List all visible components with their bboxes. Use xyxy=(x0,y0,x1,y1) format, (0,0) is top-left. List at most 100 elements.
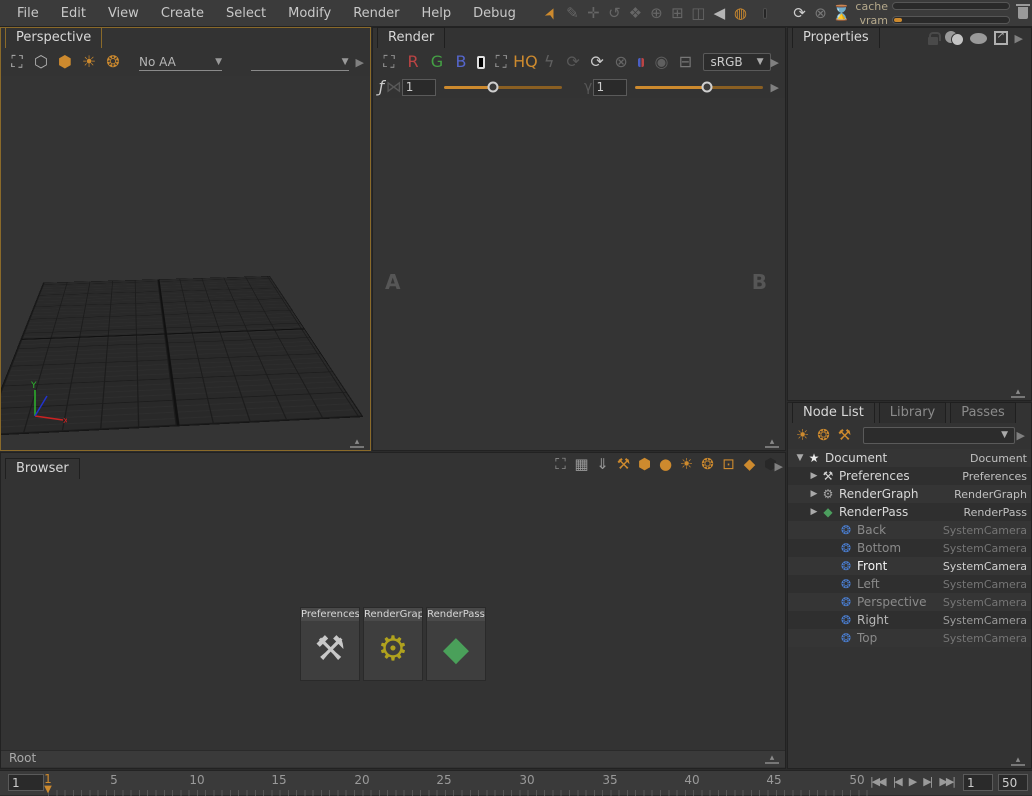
resize-grip[interactable]: ▴ xyxy=(1011,758,1025,766)
viewport-tool-icon[interactable]: ⛶ xyxy=(5,54,29,70)
oval-icon[interactable] xyxy=(970,33,987,44)
viewport-tool-icon[interactable]: ⬢ xyxy=(53,54,77,70)
viewport-tool-icon[interactable]: ❂ xyxy=(101,54,125,70)
resize-grip[interactable]: ▴ xyxy=(765,440,779,448)
frame-marker[interactable]: 1 ▼ xyxy=(44,772,52,794)
frame-ruler[interactable]: 1 ▼ 5101520253035404550 xyxy=(44,771,874,796)
colorspace-dropdown[interactable]: sRGB▼ xyxy=(703,53,770,71)
filter-icon[interactable]: ☀ xyxy=(792,428,813,443)
tab-render[interactable]: Render xyxy=(377,27,445,48)
node-filter-dropdown[interactable]: ▼ xyxy=(863,427,1015,444)
tool-icon[interactable]: ◍ xyxy=(730,6,751,21)
browser-tool-icon[interactable]: ⛶ xyxy=(550,457,571,472)
transport-button[interactable]: ▶▶| xyxy=(936,775,957,788)
browser-item[interactable]: Preferences ⚒ xyxy=(300,607,360,681)
menu-item[interactable]: Edit xyxy=(50,2,97,25)
menu-item[interactable]: Help xyxy=(410,2,462,25)
browser-item[interactable]: RenderGraph ⚙ xyxy=(363,607,423,681)
expander-icon[interactable]: ▶ xyxy=(808,489,820,499)
exposure-input[interactable] xyxy=(402,79,436,96)
tool-icon[interactable]: ⊗ xyxy=(810,6,831,21)
node-row[interactable]: ❂ Top SystemCamera xyxy=(788,629,1031,647)
browser-tool-icon[interactable]: ❂ xyxy=(697,457,718,472)
browser-tool-icon[interactable]: ⊡ xyxy=(718,457,739,472)
menu-item[interactable]: Create xyxy=(150,2,215,25)
render-tool-icon[interactable]: ϟ xyxy=(537,54,561,70)
render-tool-icon[interactable]: ◉ xyxy=(649,54,673,70)
node-row[interactable]: ▶ ◆ RenderPass RenderPass xyxy=(788,503,1031,521)
node-row[interactable]: ❂ Back SystemCamera xyxy=(788,521,1031,539)
gamma-slider[interactable] xyxy=(635,86,763,89)
render-tool-icon[interactable]: ⛶ xyxy=(489,54,513,70)
node-row[interactable]: ▶ ⚒ Preferences Preferences xyxy=(788,467,1031,485)
node-row[interactable]: ❂ Front SystemCamera xyxy=(788,557,1031,575)
menu-item[interactable]: File xyxy=(6,2,50,25)
panel-menu-arrow[interactable]: ▶ xyxy=(1015,32,1025,45)
expander-icon[interactable]: ▶ xyxy=(808,471,820,481)
filter-icon[interactable]: ❂ xyxy=(813,428,834,443)
tool-icon[interactable]: ◫ xyxy=(688,6,709,21)
clamp-icon[interactable]: ⋈ xyxy=(386,79,402,95)
panel-menu-arrow[interactable]: ▶ xyxy=(775,460,785,473)
browser-tool-icon[interactable]: ☀ xyxy=(676,457,697,472)
pop-out-icon[interactable] xyxy=(994,31,1008,45)
browser-tool-icon[interactable]: ⚒ xyxy=(613,457,634,472)
exposure-slider[interactable] xyxy=(444,86,562,89)
menu-item[interactable]: Render xyxy=(342,2,410,25)
browser-tool-icon[interactable]: ◆ xyxy=(739,457,760,472)
tab[interactable]: Library xyxy=(879,402,946,423)
menu-item[interactable]: Modify xyxy=(277,2,342,25)
viewport-tool-icon[interactable]: ☀ xyxy=(77,54,101,70)
antialias-dropdown[interactable]: No AA▼ xyxy=(139,54,222,71)
render-image-viewport[interactable]: A B ▴ xyxy=(373,98,785,450)
menu-item[interactable]: View xyxy=(97,2,150,25)
tool-icon[interactable]: ➤ xyxy=(541,6,562,21)
browser-tool-icon[interactable]: ⬢ xyxy=(634,457,655,472)
browser-tool-icon[interactable]: ▦ xyxy=(571,457,592,472)
panel-menu-arrow[interactable]: ▶ xyxy=(1017,429,1027,442)
camera-dropdown[interactable]: ▼ xyxy=(251,54,348,71)
viewport-tool-icon[interactable]: ⬡ xyxy=(29,54,53,70)
breadcrumb[interactable]: Root xyxy=(9,751,36,765)
expander-icon[interactable]: ▼ xyxy=(794,453,806,463)
node-row[interactable]: ▶ ⚙ RenderGraph RenderGraph xyxy=(788,485,1031,503)
tool-icon[interactable]: ⊞ xyxy=(667,6,688,21)
node-row[interactable]: ❂ Left SystemCamera xyxy=(788,575,1031,593)
tool-icon[interactable]: ↺ xyxy=(604,6,625,21)
browser-item[interactable]: RenderPass ◆ xyxy=(426,607,486,681)
resize-grip[interactable]: ▴ xyxy=(765,756,779,764)
browser-content[interactable]: Preferences ⚒ RenderGraph ⚙ RenderPass ◆ xyxy=(1,479,785,750)
resize-grip[interactable]: ▴ xyxy=(350,440,364,448)
row-menu-arrow[interactable]: ▶ xyxy=(771,81,781,94)
tool-icon[interactable]: ◀ xyxy=(709,6,730,21)
render-tool-icon[interactable]: ⊟ xyxy=(673,54,697,70)
render-tool-icon[interactable]: ⟳ xyxy=(561,54,585,70)
transport-button[interactable]: |◀ xyxy=(890,775,904,788)
render-tool-icon[interactable]: HQ xyxy=(513,54,537,70)
slider-handle[interactable] xyxy=(488,82,499,93)
background-swatch-icon[interactable] xyxy=(477,56,485,69)
tab-browser[interactable]: Browser xyxy=(5,458,80,479)
menu-item[interactable]: Debug xyxy=(462,2,527,25)
browser-tool-icon[interactable]: ● xyxy=(655,457,676,472)
tool-icon[interactable]: ⌛ xyxy=(831,6,852,21)
gamma-input[interactable] xyxy=(593,79,627,96)
transport-button[interactable]: |◀◀ xyxy=(867,775,888,788)
render-tool-icon[interactable]: R xyxy=(401,54,425,70)
node-row[interactable]: ❂ Perspective SystemCamera xyxy=(788,593,1031,611)
filter-icon[interactable]: ⚒ xyxy=(834,428,855,443)
perspective-3d-viewport[interactable]: Y x ▴ xyxy=(1,76,370,450)
slider-handle[interactable] xyxy=(702,82,713,93)
expander-icon[interactable]: ▶ xyxy=(808,507,820,517)
node-row[interactable]: ❂ Bottom SystemCamera xyxy=(788,539,1031,557)
transport-button[interactable]: ▶| xyxy=(920,775,934,788)
current-frame-input[interactable] xyxy=(8,774,44,791)
browser-tool-icon[interactable]: ⇓ xyxy=(592,457,613,472)
layers-icon[interactable] xyxy=(945,31,963,45)
tool-icon[interactable]: ⟳ xyxy=(789,6,810,21)
timeline[interactable]: 1 ▼ 5101520253035404550 |◀◀|◀▶▶|▶▶| xyxy=(0,770,1032,795)
panel-menu-arrow[interactable]: ▶ xyxy=(771,56,781,69)
stereo-glasses-icon[interactable] xyxy=(638,58,644,67)
tab[interactable]: Node List xyxy=(792,402,875,423)
tool-icon[interactable]: ✛ xyxy=(583,6,604,21)
